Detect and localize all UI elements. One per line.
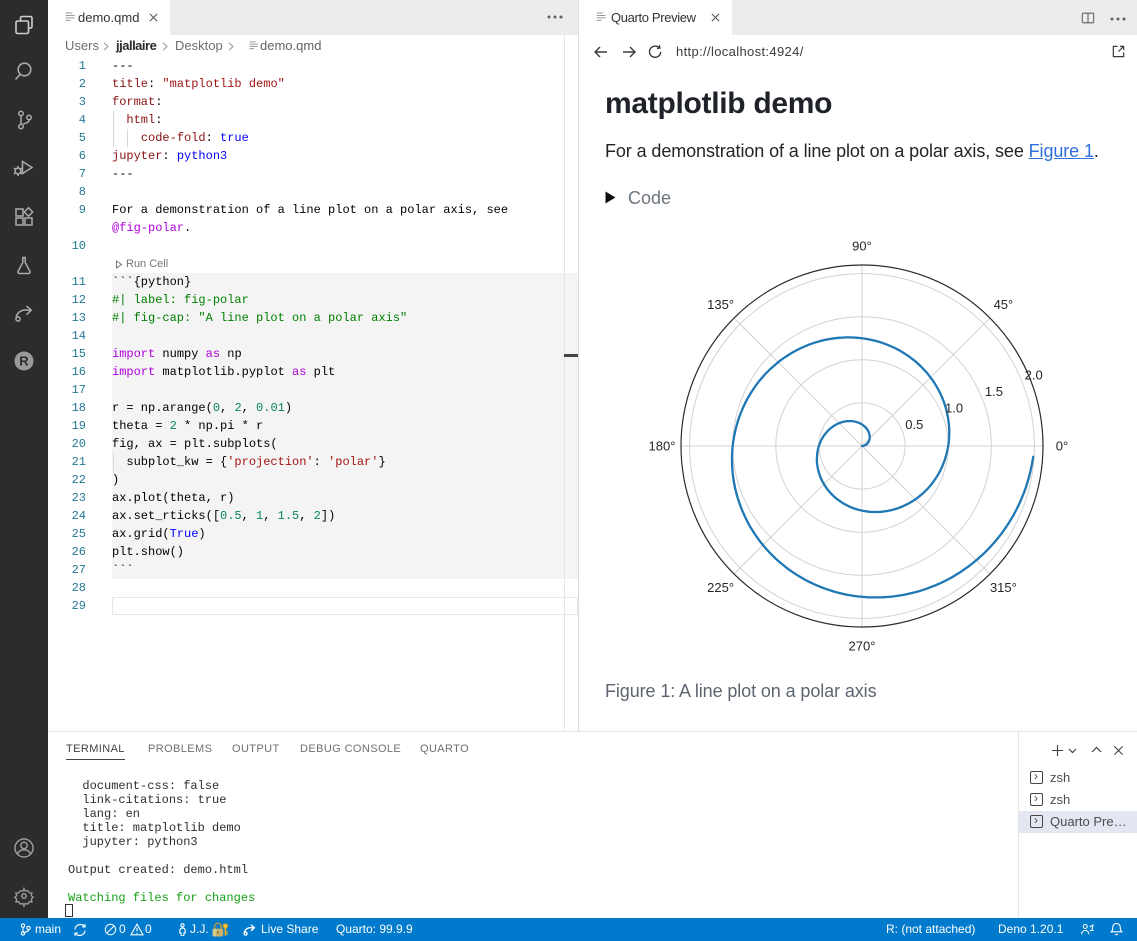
- svg-text:R: R: [19, 354, 29, 369]
- svg-text:270°: 270°: [849, 639, 876, 654]
- svg-text:1.0: 1.0: [945, 400, 963, 415]
- svg-text:45°: 45°: [994, 297, 1014, 312]
- svg-text:225°: 225°: [707, 580, 734, 595]
- svg-text:180°: 180°: [649, 439, 676, 454]
- svg-text:90°: 90°: [852, 239, 872, 254]
- svg-text:0°: 0°: [1056, 439, 1068, 454]
- svg-text:1.5: 1.5: [985, 384, 1003, 399]
- svg-text:315°: 315°: [990, 580, 1017, 595]
- svg-text:2.0: 2.0: [1025, 367, 1043, 382]
- svg-text:0.5: 0.5: [905, 417, 923, 432]
- svg-text:135°: 135°: [707, 297, 734, 312]
